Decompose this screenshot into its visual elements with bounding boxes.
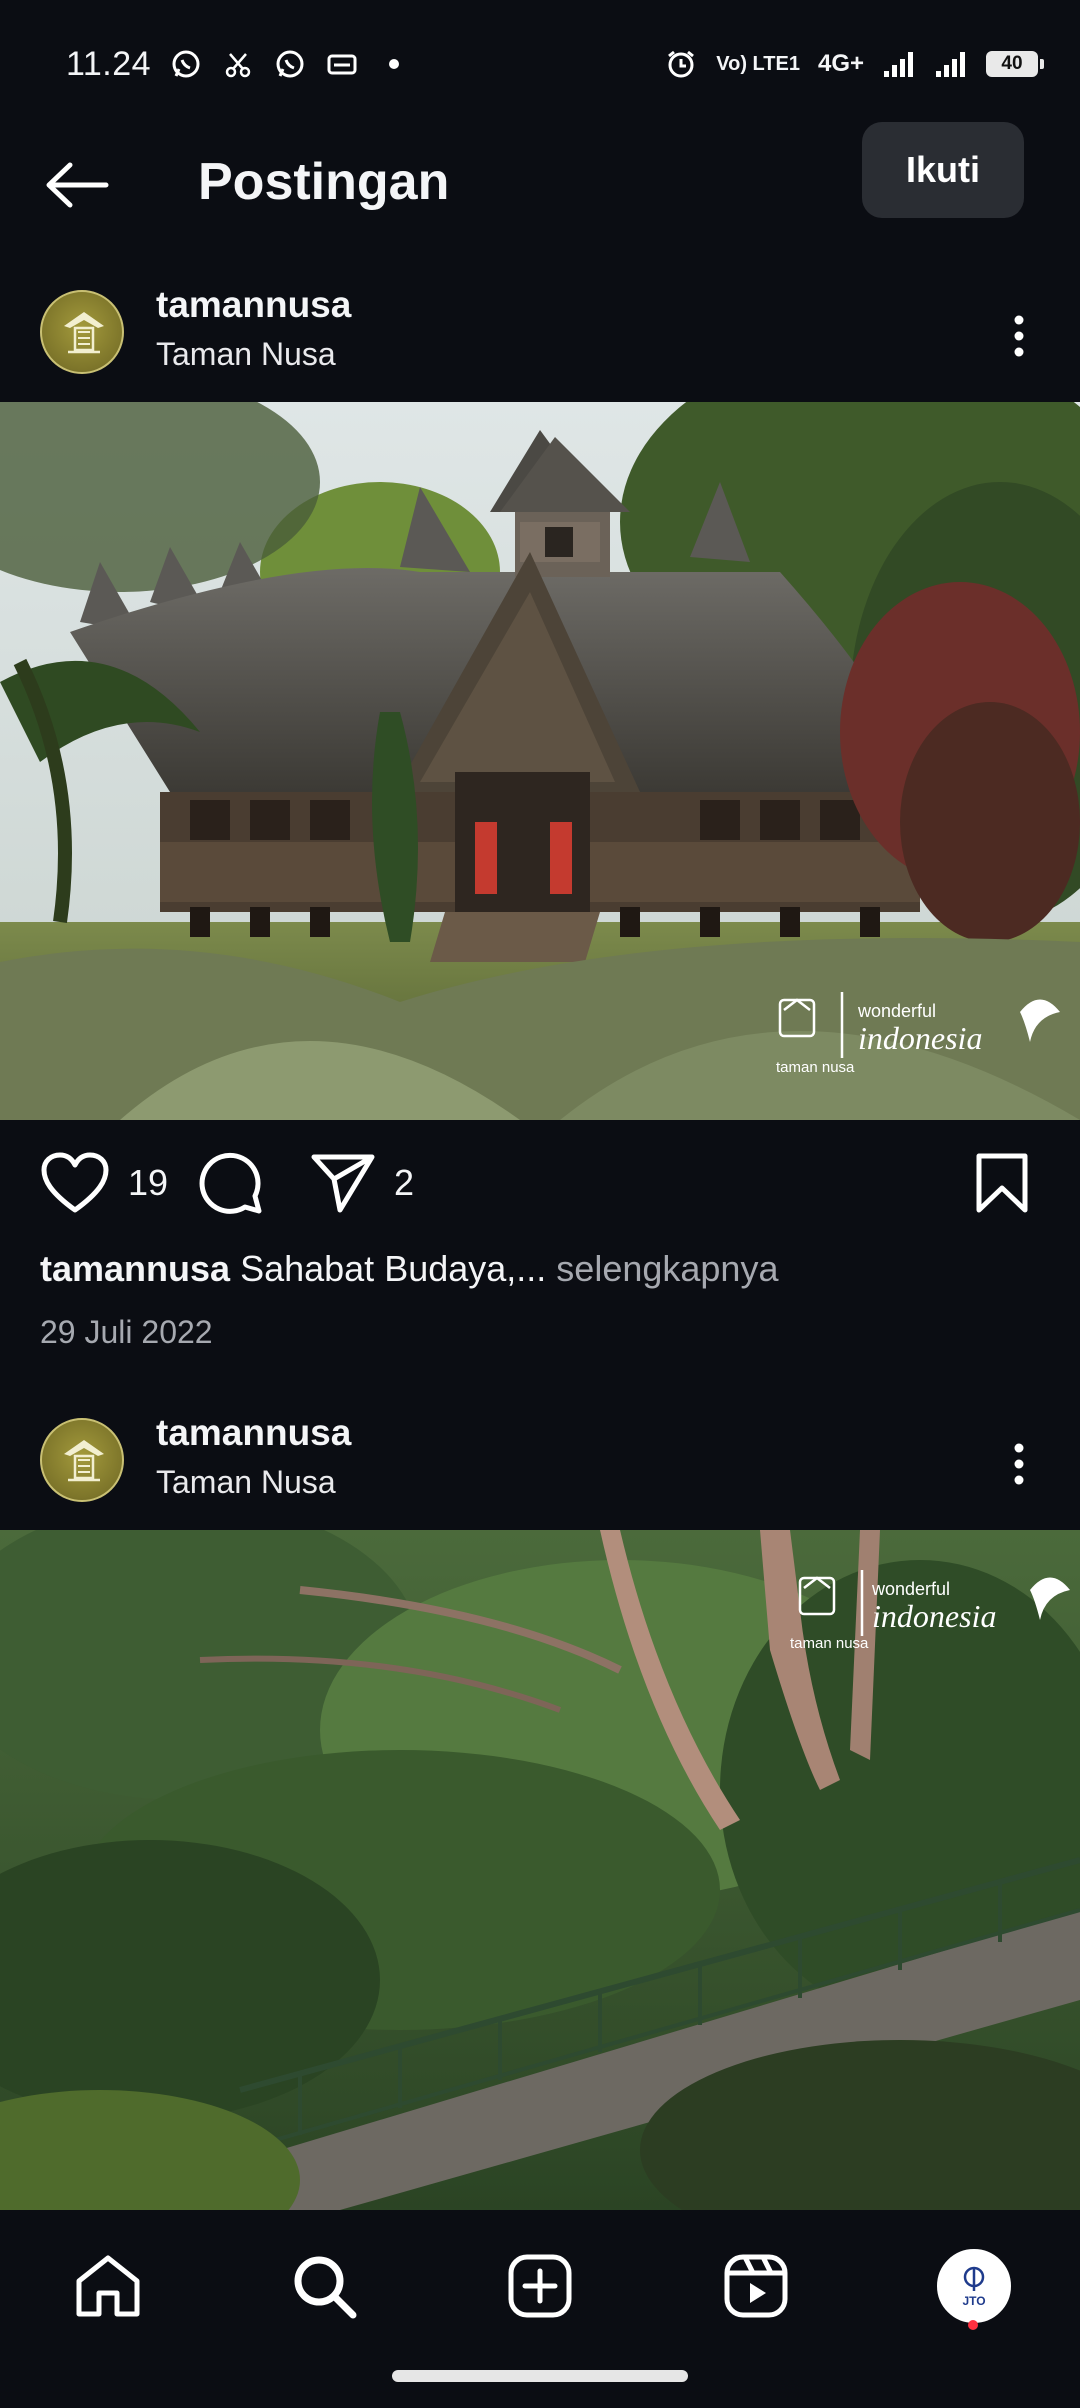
signal-icon: [934, 47, 968, 81]
more-options-button[interactable]: [994, 306, 1044, 366]
whatsapp-icon: [169, 47, 203, 81]
watermark-text: taman nusa: [776, 1014, 854, 1075]
status-bar-left: 11.24: [66, 45, 411, 84]
profile-initials: JTO: [962, 2294, 986, 2308]
watermark-small-text: wonderful: [858, 1001, 937, 1021]
watermark-wonderful: wonderful indonesia: [858, 1002, 982, 1054]
see-more-link[interactable]: selengkapnya: [546, 1248, 778, 1289]
add-icon: [508, 2254, 572, 2318]
post-username[interactable]: tamannusa: [156, 1412, 351, 1454]
post-username[interactable]: tamannusa: [156, 284, 351, 326]
bottom-navigation: JTO: [0, 2210, 1080, 2408]
home-indicator[interactable]: [392, 2370, 688, 2382]
profile-avatar: JTO: [937, 2249, 1011, 2323]
reels-icon: [724, 2254, 788, 2318]
nav-reels[interactable]: [716, 2246, 796, 2326]
watermark-big-text: indonesia: [858, 1020, 983, 1056]
watermark-wonderful: wonderful indonesia: [872, 1580, 996, 1632]
more-options-button[interactable]: [994, 1434, 1044, 1494]
post-image[interactable]: taman nusa wonderful indonesia: [0, 1530, 1080, 2210]
search-icon: [294, 2256, 357, 2319]
watermark-small-text: wonderful: [872, 1579, 951, 1599]
send-icon: [311, 1154, 375, 1213]
share-count: 2: [394, 1162, 415, 1203]
like-button[interactable]: 19: [40, 1152, 168, 1214]
page-title: Postingan: [198, 153, 450, 211]
status-bar-right: Vo) LTE1 4G+ 40: [664, 47, 1044, 81]
comment-button[interactable]: [198, 1150, 264, 1216]
back-button[interactable]: [40, 148, 114, 222]
alarm-icon: [664, 47, 698, 81]
home-icon: [76, 2255, 140, 2317]
whatsapp-icon: [273, 47, 307, 81]
nav-profile[interactable]: JTO: [934, 2246, 1014, 2326]
signal-icon: [882, 47, 916, 81]
app-header: Postingan Ikuti: [0, 120, 1080, 250]
watermark-brand: taman nusa: [776, 1059, 855, 1076]
post-header: tamannusa Taman Nusa: [0, 276, 1080, 386]
post-location[interactable]: Taman Nusa: [156, 336, 336, 373]
taman-nusa-logo-icon: [64, 1440, 104, 1482]
nav-create[interactable]: [500, 2246, 580, 2326]
post-date: 29 Juli 2022: [40, 1314, 213, 1350]
post-actions: 19 2: [0, 1140, 1080, 1230]
nav-search[interactable]: [284, 2246, 364, 2326]
share-button[interactable]: 2: [310, 1152, 414, 1214]
post-header: tamannusa Taman Nusa: [0, 1404, 1080, 1514]
caption-text: Sahabat Budaya,...: [230, 1248, 547, 1289]
cut-icon: [221, 47, 255, 81]
card-icon: [325, 47, 359, 81]
nav-home[interactable]: [68, 2246, 148, 2326]
bookmark-icon: [976, 1153, 1028, 1213]
battery-indicator: 40: [986, 51, 1044, 77]
back-arrow-icon: [46, 162, 109, 208]
watermark-brand: taman nusa: [790, 1635, 869, 1652]
post-location[interactable]: Taman Nusa: [156, 1464, 336, 1501]
network-label: Vo) LTE1: [716, 53, 800, 75]
status-time: 11.24: [66, 44, 152, 83]
follow-button[interactable]: Ikuti: [862, 122, 1024, 218]
comment-icon: [199, 1152, 262, 1214]
watermark-text: taman nusa: [790, 1590, 868, 1651]
heart-icon: [41, 1152, 109, 1213]
taman-nusa-logo-icon: [64, 312, 104, 354]
avatar[interactable]: [40, 290, 124, 374]
post-image[interactable]: taman nusa wonderful indonesia: [0, 402, 1080, 1120]
network-type: 4G+: [817, 50, 864, 77]
status-bar: 11.24 Vo) LTE1 4G+ 40: [0, 0, 1080, 128]
notification-dot: [968, 2320, 978, 2330]
more-vertical-icon: [1014, 1443, 1024, 1485]
caption-username[interactable]: tamannusa: [40, 1248, 230, 1289]
save-button[interactable]: [975, 1152, 1029, 1214]
like-count: 19: [128, 1162, 169, 1203]
watermark-big-text: indonesia: [872, 1598, 997, 1634]
avatar[interactable]: [40, 1418, 124, 1502]
dot-icon: [377, 47, 411, 81]
post-caption: tamannusa Sahabat Budaya,... selengkapny…: [40, 1248, 778, 1290]
profile-logo-icon: [963, 2266, 985, 2291]
more-vertical-icon: [1014, 315, 1024, 357]
